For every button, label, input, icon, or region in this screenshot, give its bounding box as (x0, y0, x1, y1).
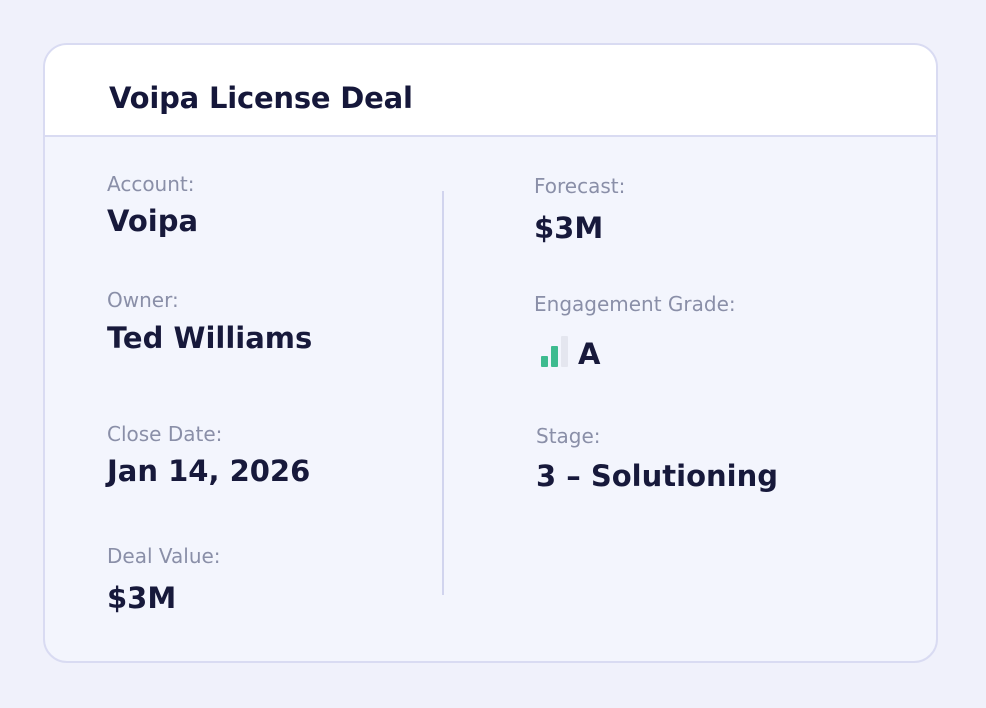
card-header: Voipa License Deal (45, 45, 936, 137)
close-date-value: Jan 14, 2026 (107, 454, 311, 488)
signal-bars-icon (541, 335, 568, 367)
stage-value: 3 – Solutioning (536, 459, 778, 493)
deal-value-label: Deal Value: (107, 544, 221, 568)
signal-bar (541, 356, 548, 367)
owner-value: Ted Williams (107, 321, 313, 355)
signal-bar (561, 336, 568, 367)
stage-label: Stage: (536, 424, 601, 448)
engagement-grade-label: Engagement Grade: (534, 292, 736, 316)
engagement-grade: A (541, 335, 601, 371)
column-divider (442, 191, 444, 595)
account-value: Voipa (107, 204, 199, 238)
close-date-label: Close Date: (107, 422, 223, 446)
deal-title: Voipa License Deal (109, 81, 413, 115)
forecast-label: Forecast: (534, 174, 626, 198)
deal-value-value: $3M (107, 581, 177, 615)
engagement-grade-value: A (578, 337, 601, 371)
owner-label: Owner: (107, 288, 179, 312)
signal-bar (551, 346, 558, 367)
account-label: Account: (107, 172, 195, 196)
forecast-value: $3M (534, 211, 604, 245)
deal-card: Voipa License Deal Account: Voipa Owner:… (43, 43, 938, 663)
